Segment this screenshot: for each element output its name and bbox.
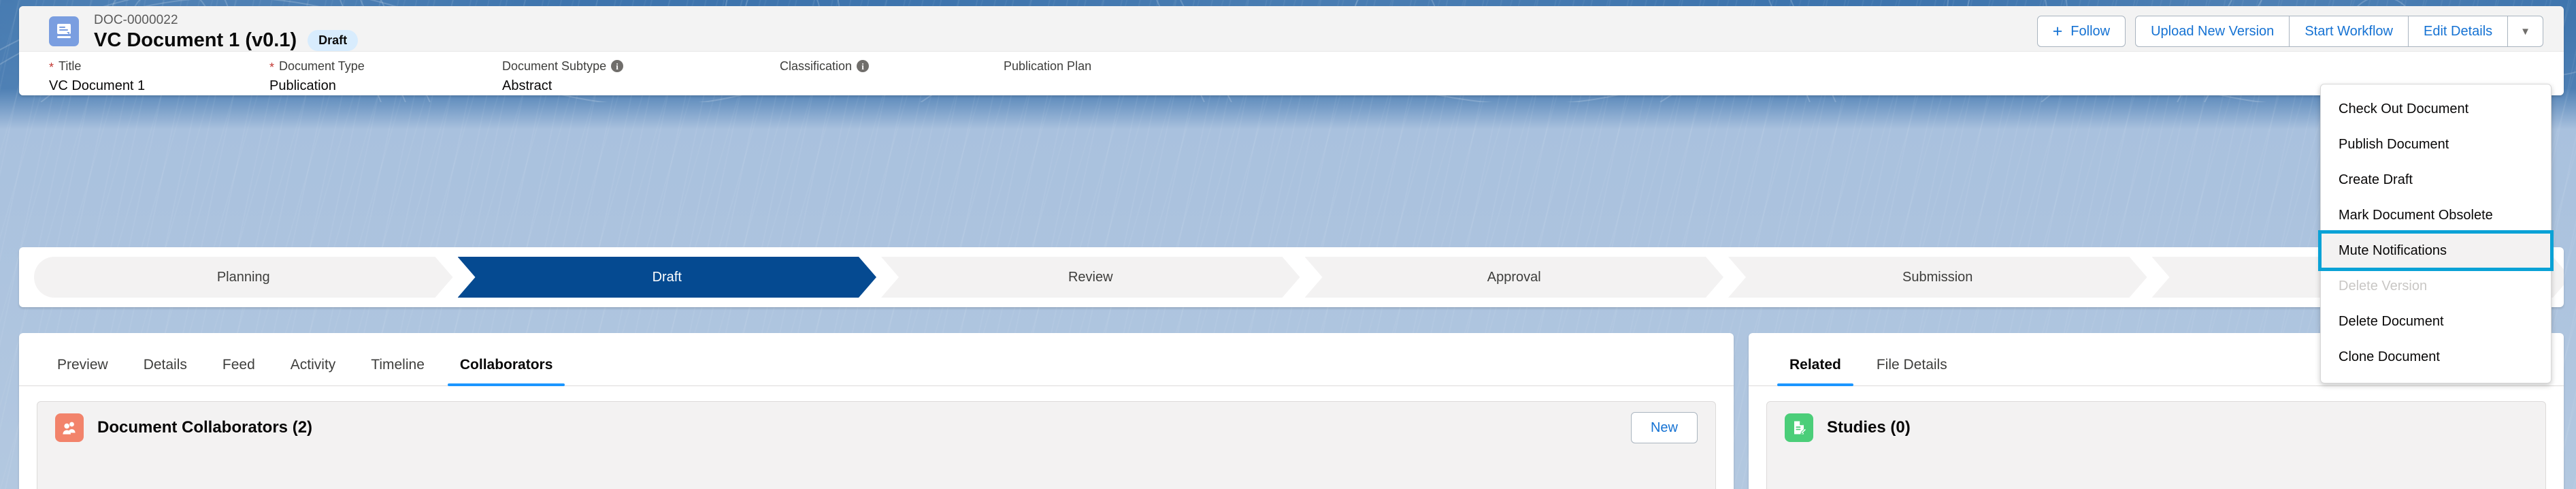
menu-item-mark-document-obsolete[interactable]: Mark Document Obsolete (2321, 198, 2551, 233)
status-badge: Draft (308, 29, 359, 51)
path-stage-submission[interactable]: Submission (1728, 257, 2147, 298)
tab-preview[interactable]: Preview (39, 357, 126, 385)
field-title: * Title VC Document 1 (49, 59, 145, 95)
field-classification-label: Classification (780, 59, 853, 73)
path-component: Planning Draft Review Approval Submissio… (19, 247, 2564, 307)
field-title-value: VC Document 1 (49, 78, 146, 93)
document-collaborators-header: Document Collaborators (2) New (37, 402, 1715, 454)
menu-item-mute-notifications[interactable]: Mute Notifications (2318, 230, 2554, 271)
tab-file-details[interactable]: File Details (1859, 357, 1965, 385)
upload-new-version-button[interactable]: Upload New Version (2135, 16, 2290, 47)
menu-item-create-draft[interactable]: Create Draft (2321, 162, 2551, 198)
header-field-strip: * Title VC Document 1 * Document Type Pu… (19, 51, 2564, 95)
document-icon (49, 16, 79, 46)
record-header: DOC-0000022 VC Document 1 (v0.1) Draft +… (19, 6, 2564, 95)
field-document-type: * Document Type Publication (269, 59, 365, 95)
path-stage-track: Planning Draft Review Approval Submissio… (34, 257, 2564, 298)
field-title-label: Title (59, 59, 82, 73)
follow-button-label: Follow (2070, 24, 2111, 39)
new-collaborator-button[interactable]: New (1630, 412, 1698, 443)
menu-item-delete-version: Delete Version (2339, 279, 2428, 294)
field-document-type-label: Document Type (279, 59, 365, 73)
document-collaborators-title: Document Collaborators (2) (97, 418, 313, 437)
field-document-subtype: Document Subtype i Abstract (502, 59, 624, 95)
more-actions-button[interactable]: ▼ (2508, 16, 2543, 47)
menu-item-publish-document[interactable]: Publish Document (2321, 127, 2551, 162)
chevron-down-icon: ▼ (2520, 25, 2530, 37)
record-header-top: DOC-0000022 VC Document 1 (v0.1) Draft +… (19, 6, 2564, 51)
studies-title: Studies (0) (1827, 418, 1911, 437)
required-indicator-icon: * (269, 61, 275, 74)
info-icon[interactable]: i (611, 60, 624, 72)
path-stage-approval[interactable]: Approval (1305, 257, 1724, 298)
follow-button[interactable]: + Follow (2036, 16, 2126, 47)
path-stage-draft[interactable]: Draft (458, 257, 877, 298)
required-indicator-icon: * (49, 61, 54, 74)
plus-icon: + (2052, 22, 2063, 41)
field-classification: Classification i (780, 59, 870, 77)
menu-item-check-out-document[interactable]: Check Out Document (2321, 91, 2551, 127)
field-publication-plan: Publication Plan (1004, 59, 1091, 77)
field-document-type-value: Publication (269, 78, 336, 93)
field-document-subtype-value: Abstract (502, 78, 552, 93)
tab-details[interactable]: Details (126, 357, 205, 385)
path-stage-planning[interactable]: Planning (34, 257, 453, 298)
record-number: DOC-0000022 (94, 13, 178, 27)
path-stage-review[interactable]: Review (881, 257, 1300, 298)
people-icon (55, 413, 84, 442)
menu-item-delete-document[interactable]: Delete Document (2321, 304, 2551, 339)
main-tabset: Preview Details Feed Activity Timeline C… (19, 333, 1734, 386)
header-actions: + Follow Upload New Version Start Workfl… (2036, 16, 2543, 47)
field-document-subtype-label: Document Subtype (502, 59, 607, 73)
header-button-group: Upload New Version Start Workflow Edit D… (2135, 16, 2543, 47)
page-title: VC Document 1 (v0.1) (94, 29, 297, 51)
study-document-icon (1785, 413, 1813, 442)
more-actions-dropdown-menu: Check Out Document Publish Document Crea… (2318, 84, 2554, 383)
app-root: DOC-0000022 VC Document 1 (v0.1) Draft +… (0, 0, 2576, 489)
tab-feed[interactable]: Feed (205, 357, 273, 385)
studies-card: Studies (0) (1766, 401, 2546, 489)
tab-collaborators[interactable]: Collaborators (442, 357, 571, 386)
document-collaborators-card: Document Collaborators (2) New (37, 401, 1716, 489)
edit-details-button[interactable]: Edit Details (2408, 16, 2509, 47)
info-icon[interactable]: i (857, 60, 870, 72)
main-panel: Preview Details Feed Activity Timeline C… (19, 333, 1734, 489)
tab-timeline[interactable]: Timeline (353, 357, 442, 385)
menu-item-clone-document[interactable]: Clone Document (2321, 339, 2551, 375)
start-workflow-button[interactable]: Start Workflow (2290, 16, 2409, 47)
studies-header: Studies (0) (1767, 402, 2545, 454)
field-publication-plan-label: Publication Plan (1004, 59, 1092, 73)
tab-related[interactable]: Related (1772, 357, 1859, 386)
record-identity: DOC-0000022 VC Document 1 (v0.1) Draft (94, 13, 359, 52)
tab-activity[interactable]: Activity (273, 357, 354, 385)
